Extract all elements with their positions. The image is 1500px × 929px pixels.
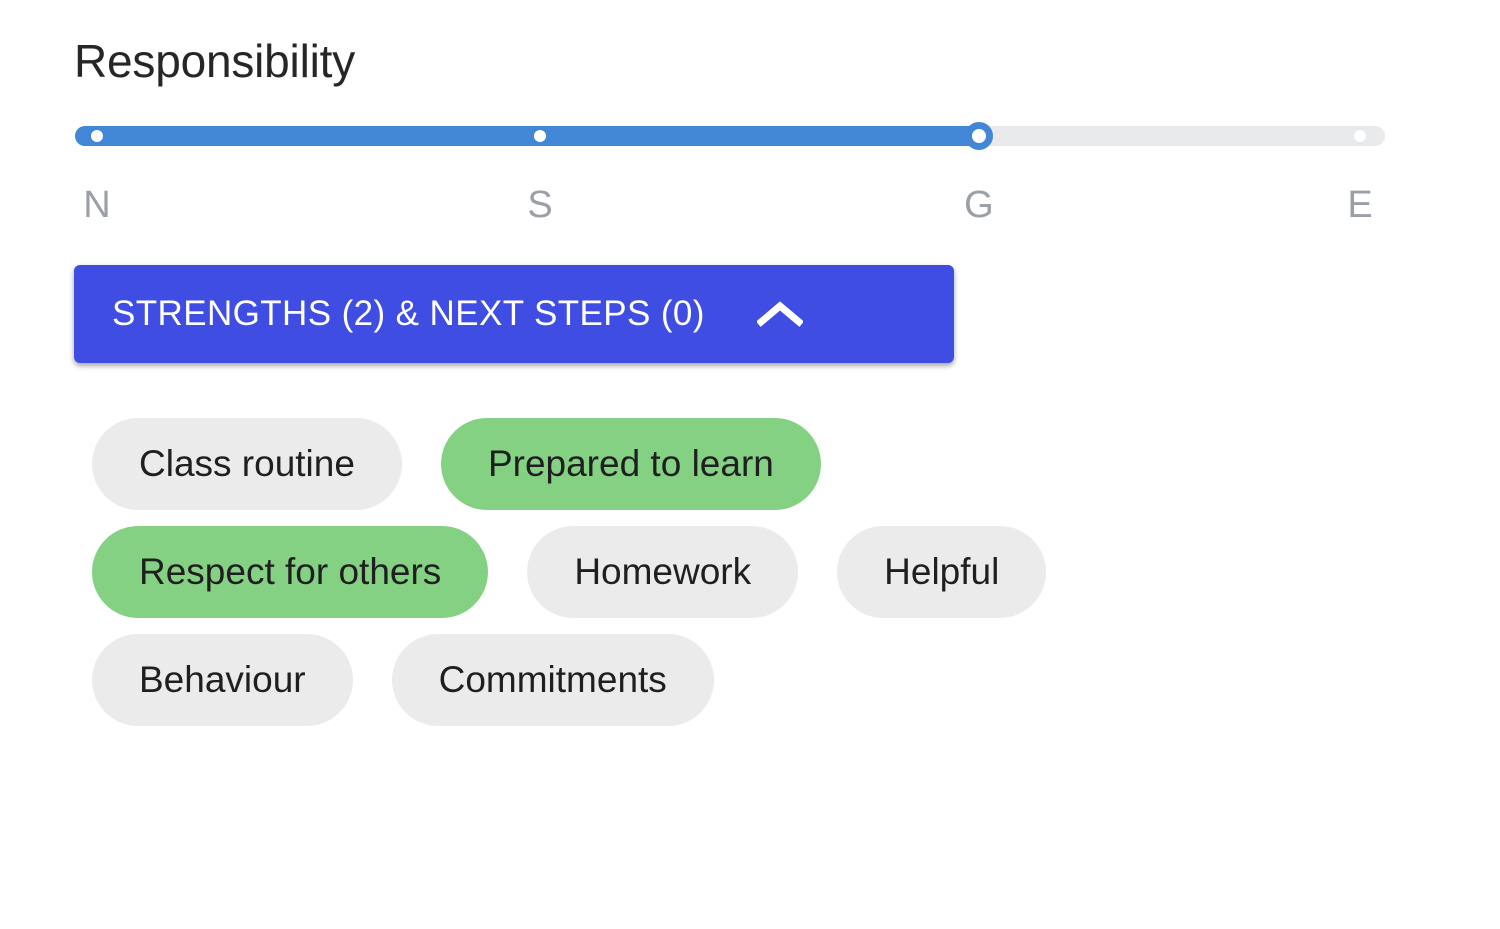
strengths-next-steps-label: STRENGTHS (2) & NEXT STEPS (0) bbox=[112, 294, 705, 333]
responsibility-level-slider[interactable] bbox=[75, 122, 1385, 150]
slider-tick-e[interactable] bbox=[1354, 130, 1366, 142]
chip-class-routine[interactable]: Class routine bbox=[92, 418, 402, 510]
slider-tick-label-e: E bbox=[1347, 184, 1373, 226]
slider-tick-label-s: S bbox=[527, 184, 553, 226]
page-title: Responsibility bbox=[74, 35, 355, 87]
chip-commitments[interactable]: Commitments bbox=[391, 634, 714, 726]
chip-helpful[interactable]: Helpful bbox=[837, 526, 1047, 618]
strengths-next-steps-toggle-button[interactable]: STRENGTHS (2) & NEXT STEPS (0) bbox=[74, 265, 954, 363]
chip-respect-for-others[interactable]: Respect for others bbox=[92, 526, 489, 618]
slider-thumb[interactable] bbox=[964, 122, 993, 150]
chip-behaviour[interactable]: Behaviour bbox=[92, 634, 353, 726]
chip-row: Class routine Prepared to learn bbox=[92, 418, 1452, 510]
slider-tick-s[interactable] bbox=[534, 130, 547, 142]
slider-tick-labels: NSGE bbox=[75, 182, 1385, 228]
chip-row: Behaviour Commitments bbox=[92, 634, 1452, 726]
attribute-chip-list: Class routine Prepared to learn Respect fo… bbox=[92, 418, 1452, 742]
slider-tick-label-g: G bbox=[964, 184, 994, 226]
slider-tick-label-n: N bbox=[83, 184, 111, 226]
chip-row: Respect for others Homework Helpful bbox=[92, 526, 1452, 618]
slider-track-active bbox=[75, 126, 979, 146]
chip-prepared-to-learn[interactable]: Prepared to learn bbox=[440, 418, 821, 510]
chip-homework[interactable]: Homework bbox=[527, 526, 799, 618]
responsibility-panel: Responsibility N S G E STRENGTHS (2) & NEXT… bbox=[0, 0, 1500, 929]
chevron-up-icon bbox=[755, 299, 804, 329]
slider-tick-n[interactable] bbox=[91, 130, 103, 142]
